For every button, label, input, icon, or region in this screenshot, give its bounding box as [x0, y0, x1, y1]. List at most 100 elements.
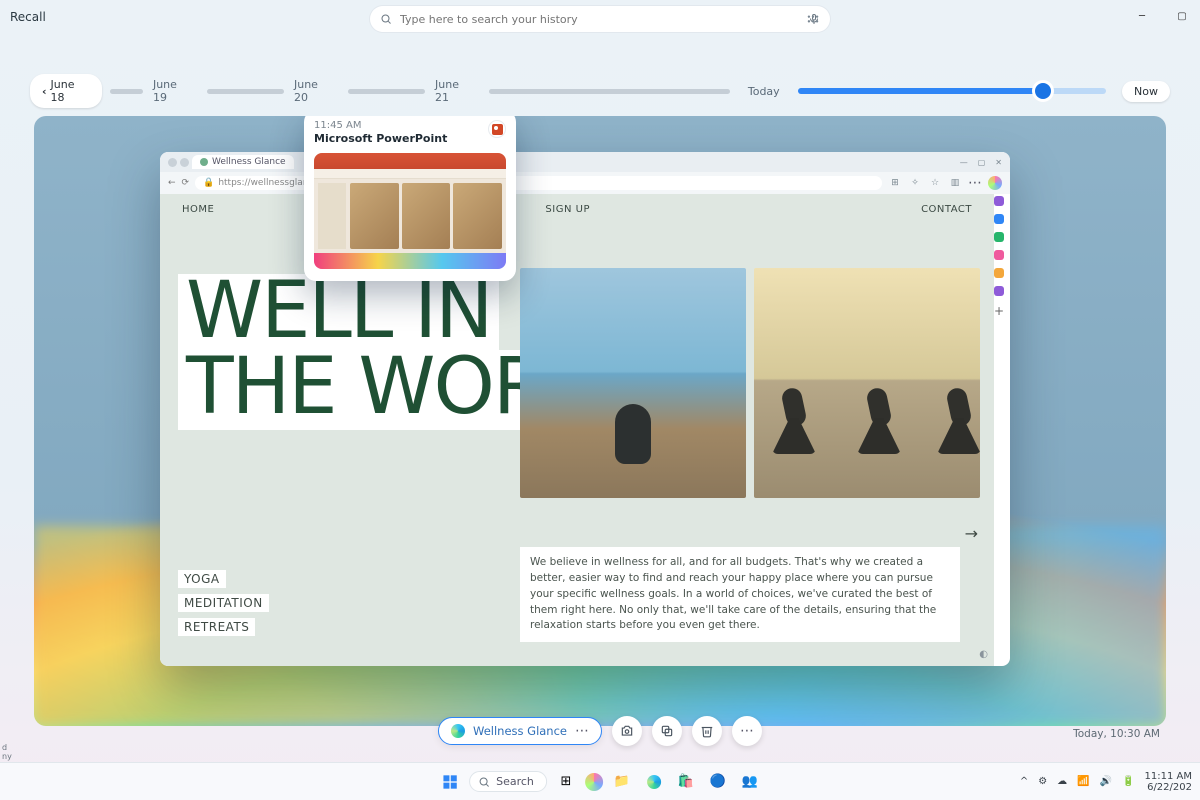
store-icon[interactable]: 🛍️ — [673, 769, 699, 795]
popover-thumbnail[interactable] — [314, 153, 506, 269]
timeline-segment[interactable] — [348, 89, 425, 94]
task-view-icon[interactable]: ⊞ — [553, 769, 579, 795]
minimize-button[interactable]: ─ — [1128, 4, 1156, 28]
chevron-left-icon — [42, 85, 47, 98]
taskbar-search[interactable]: Search — [469, 771, 547, 792]
timeline-scrubber-knob[interactable] — [1035, 83, 1051, 99]
tray-app-icon[interactable]: ⚙ — [1038, 776, 1047, 787]
refresh-icon[interactable]: ⟳ — [182, 178, 190, 188]
category-item[interactable]: MEDITATION — [178, 594, 269, 612]
workspace-icon[interactable] — [180, 158, 189, 167]
timeline-today-label: Today — [748, 85, 780, 98]
more-actions-button[interactable] — [732, 716, 762, 746]
sidebar-add-icon[interactable]: + — [994, 304, 1004, 314]
collections-icon[interactable]: ✧ — [908, 176, 922, 190]
page-options-icon[interactable]: ◐ — [979, 649, 988, 660]
sidebar-app-icon[interactable] — [994, 232, 1004, 242]
powerpoint-icon — [488, 120, 506, 138]
screenshot-button[interactable] — [612, 716, 642, 746]
browser-window: Wellness Glance — ▢ ✕ ← ⟳ 🔒 https://well… — [160, 152, 1010, 666]
timeline-date-label[interactable]: June 19 — [153, 78, 193, 104]
delete-button[interactable] — [692, 716, 722, 746]
sidebar-app-icon[interactable] — [994, 268, 1004, 278]
snapshot-timestamp: Today, 10:30 AM — [1073, 728, 1160, 740]
sidebar-app-icon[interactable] — [994, 286, 1004, 296]
browser-toolbar: ← ⟳ 🔒 https://wellnessglance.com ⊞ ✧ ☆ ▥ — [160, 172, 1010, 194]
history-search-input[interactable] — [400, 13, 800, 26]
timeline-date-label[interactable]: June 20 — [294, 78, 334, 104]
hero-gallery — [520, 268, 980, 498]
taskbar: Search ⊞ 📁 🛍️ 🔵 👥 ^ ⚙ ☁ 📶 🔊 🔋 11:11 AM 6… — [0, 762, 1200, 800]
system-tray: ^ ⚙ ☁ 📶 🔊 🔋 11:11 AM 6/22/202 — [1020, 771, 1192, 793]
favicon-icon — [200, 158, 208, 166]
app-options-icon[interactable] — [575, 723, 589, 739]
category-item[interactable]: YOGA — [178, 570, 226, 588]
sidebar-app-icon[interactable] — [994, 250, 1004, 260]
recall-taskbar-icon[interactable]: 🔵 — [705, 769, 731, 795]
next-arrow-icon[interactable]: → — [965, 524, 978, 543]
browser-menu-icon[interactable] — [968, 176, 982, 190]
tray-chevron-icon[interactable]: ^ — [1020, 776, 1028, 787]
maximize-button[interactable]: ▢ — [1168, 4, 1196, 28]
browser-tab[interactable]: Wellness Glance — [192, 155, 294, 169]
clock-date: 6/22/202 — [1145, 782, 1192, 793]
timeline-segment[interactable] — [489, 89, 730, 94]
webpage: HOME SIGN UP CONTACT WELL IN THE WORLD Y… — [160, 194, 994, 666]
back-icon[interactable]: ← — [168, 178, 176, 188]
app-title: Recall — [10, 10, 46, 24]
battery-icon[interactable]: 🔋 — [1122, 776, 1134, 787]
volume-icon[interactable]: 🔊 — [1100, 776, 1112, 787]
onedrive-icon[interactable]: ☁ — [1057, 776, 1067, 787]
start-button[interactable] — [437, 769, 463, 795]
browser-maximize-icon[interactable]: ▢ — [978, 158, 986, 167]
timeline-today-fill — [798, 88, 1039, 94]
browser-close-icon[interactable]: ✕ — [995, 158, 1002, 167]
teams-icon[interactable]: 👥 — [737, 769, 763, 795]
lock-icon: 🔒 — [203, 178, 214, 188]
browser-tabstrip: Wellness Glance — ▢ ✕ — [160, 152, 1010, 172]
timeline[interactable]: June 18 June 19 June 20 June 21 Today No… — [30, 78, 1170, 104]
address-bar[interactable]: 🔒 https://wellnessglance.com — [195, 176, 882, 190]
clock-time: 11:11 AM — [1145, 771, 1192, 782]
copilot-icon[interactable] — [988, 176, 1002, 190]
search-settings-icon[interactable] — [806, 12, 820, 26]
timeline-preview-popover[interactable]: 11:45 AM Microsoft PowerPoint — [304, 116, 516, 281]
profile-icon[interactable] — [168, 158, 177, 167]
timeline-segment[interactable] — [110, 89, 143, 94]
hero-image-yoga — [754, 268, 980, 498]
browser-minimize-icon[interactable]: — — [960, 158, 968, 167]
category-item[interactable]: RETREATS — [178, 618, 255, 636]
timeline-date-label[interactable]: June 21 — [435, 78, 475, 104]
sidebar-app-icon[interactable] — [994, 196, 1004, 206]
extensions-icon[interactable]: ⊞ — [888, 176, 902, 190]
sidebar-app-icon[interactable] — [994, 214, 1004, 224]
search-icon — [380, 13, 392, 25]
history-search[interactable] — [370, 6, 830, 32]
hero-paragraph: We believe in wellness for all, and for … — [520, 547, 960, 642]
timeline-segment[interactable] — [207, 89, 284, 94]
timeline-today-track[interactable] — [798, 88, 1106, 94]
timeline-selected-date[interactable]: June 18 — [30, 74, 102, 108]
now-button[interactable]: Now — [1122, 81, 1170, 102]
copy-button[interactable] — [652, 716, 682, 746]
favorites-icon[interactable]: ☆ — [928, 176, 942, 190]
tab-title: Wellness Glance — [212, 157, 286, 167]
wifi-icon[interactable]: 📶 — [1077, 776, 1089, 787]
taskbar-search-label: Search — [496, 775, 534, 788]
snapshot-action-bar: Wellness Glance — [438, 716, 762, 746]
split-icon[interactable]: ▥ — [948, 176, 962, 190]
hero-image-meditation — [520, 268, 746, 498]
nav-link-signup[interactable]: SIGN UP — [545, 204, 590, 215]
edge-icon — [451, 724, 465, 738]
popover-time: 11:45 AM — [314, 120, 447, 131]
nav-link-contact[interactable]: CONTACT — [921, 204, 972, 215]
cropped-text: dny — [0, 743, 18, 762]
copilot-icon[interactable] — [585, 773, 603, 791]
file-explorer-icon[interactable]: 📁 — [609, 769, 635, 795]
taskbar-clock[interactable]: 11:11 AM 6/22/202 — [1145, 771, 1192, 793]
popover-app-name: Microsoft PowerPoint — [314, 132, 447, 145]
nav-link-home[interactable]: HOME — [182, 204, 214, 215]
edge-taskbar-icon[interactable] — [641, 769, 667, 795]
open-in-app-button[interactable]: Wellness Glance — [438, 717, 602, 745]
open-in-app-label: Wellness Glance — [473, 724, 567, 738]
